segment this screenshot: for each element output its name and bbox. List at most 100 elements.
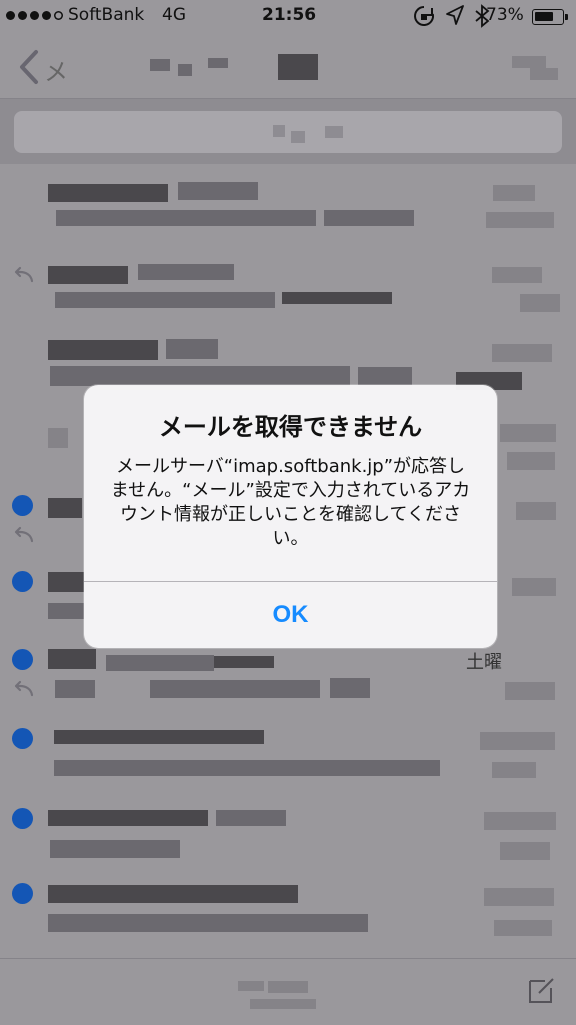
- mosaic-block: [54, 730, 264, 744]
- mosaic-block: [282, 292, 392, 304]
- mosaic-block: [250, 999, 316, 1009]
- mosaic-block: [48, 340, 158, 360]
- signal-dot: [54, 11, 63, 20]
- mosaic-block: [48, 649, 96, 669]
- unread-indicator: [12, 571, 33, 592]
- signal-dot: [30, 11, 39, 20]
- mosaic-block: [48, 498, 82, 518]
- mosaic-block: [150, 59, 170, 71]
- mosaic-block: [216, 810, 286, 826]
- mosaic-block: [238, 981, 264, 991]
- mosaic-block: [54, 760, 440, 776]
- search-field[interactable]: [14, 111, 562, 153]
- battery-percent: 73%: [486, 5, 524, 25]
- mosaic-block: [512, 56, 546, 68]
- signal-dot: [42, 11, 51, 20]
- reply-icon: [14, 266, 34, 283]
- mosaic-block: [484, 812, 556, 830]
- mosaic-block: [178, 64, 192, 76]
- mosaic-block: [512, 578, 556, 596]
- location-arrow-icon: [446, 5, 464, 25]
- carrier-name: SoftBank: [68, 5, 145, 25]
- network-type: 4G: [162, 5, 186, 25]
- status-bar: SoftBank 4G 21:56 73%: [0, 0, 576, 34]
- mosaic-block: [48, 810, 208, 826]
- compose-icon[interactable]: [525, 973, 559, 1007]
- mosaic-block: [50, 366, 350, 386]
- mosaic-block: [500, 842, 550, 860]
- mosaic-block: [150, 680, 320, 698]
- mosaic-block: [358, 367, 412, 385]
- mail-list-item[interactable]: [0, 724, 576, 798]
- mail-list-item[interactable]: [0, 804, 576, 878]
- obscured-toolbar-status: [238, 969, 342, 1009]
- mosaic-block: [208, 58, 228, 68]
- battery-fill: [535, 12, 554, 21]
- mosaic-block: [166, 339, 218, 359]
- mail-error-alert: メールを取得できません メールサーバ“imap.softbank.jp”が応答し…: [84, 385, 497, 648]
- battery-tip: [565, 14, 568, 20]
- mosaic-block: [55, 680, 95, 698]
- status-icons: [412, 4, 490, 28]
- mosaic-block: [486, 212, 554, 228]
- mosaic-block: [480, 732, 555, 750]
- obscured-navigation-title: [150, 54, 326, 80]
- mosaic-block: [48, 184, 168, 202]
- mail-list-item[interactable]: [0, 178, 576, 248]
- mosaic-block: [273, 125, 285, 137]
- mosaic-block: [55, 292, 275, 308]
- unread-indicator: [12, 495, 33, 516]
- mosaic-block: [291, 131, 305, 143]
- mosaic-block: [268, 981, 308, 993]
- mosaic-block: [48, 266, 128, 284]
- mosaic-block: [48, 428, 68, 448]
- mosaic-block: [494, 920, 552, 936]
- mosaic-block: [530, 68, 558, 80]
- signal-dot: [6, 11, 15, 20]
- mosaic-block: [50, 840, 180, 858]
- mosaic-block: [106, 655, 214, 671]
- chevron-left-icon[interactable]: [14, 48, 48, 86]
- signal-strength-icon: [6, 11, 63, 20]
- mosaic-block: [492, 762, 536, 778]
- mosaic-block: [278, 54, 318, 80]
- mosaic-block: [330, 678, 370, 698]
- mosaic-block: [56, 210, 316, 226]
- unread-indicator: [12, 883, 33, 904]
- mosaic-block: [48, 572, 84, 592]
- reply-icon: [14, 526, 34, 543]
- mosaic-block: [492, 344, 552, 362]
- mosaic-block: [324, 210, 414, 226]
- back-button-label[interactable]: メ: [44, 52, 68, 87]
- mosaic-block: [325, 126, 343, 138]
- bottom-toolbar: [0, 958, 576, 1025]
- battery-icon: [532, 9, 564, 25]
- navigation-bar: メ: [0, 34, 576, 99]
- search-area: [0, 99, 576, 164]
- mosaic-block: [138, 264, 234, 280]
- mosaic-block: [520, 294, 560, 312]
- orientation-lock-icon: [414, 6, 435, 26]
- mosaic-block: [516, 502, 556, 520]
- mosaic-block: [48, 885, 298, 903]
- unread-indicator: [12, 808, 33, 829]
- mail-list-item[interactable]: [0, 258, 576, 328]
- mosaic-block: [178, 182, 258, 200]
- obscured-search-placeholder: [267, 123, 347, 143]
- ok-button[interactable]: OK: [84, 582, 497, 648]
- mosaic-block: [48, 914, 368, 932]
- signal-dot: [18, 11, 27, 20]
- mosaic-block: [500, 424, 556, 442]
- reply-icon: [14, 680, 34, 697]
- mail-list-item[interactable]: 土曜: [0, 646, 576, 718]
- clock: 21:56: [262, 5, 317, 25]
- unread-indicator: [12, 649, 33, 670]
- mail-date: 土曜: [466, 652, 502, 673]
- obscured-navigation-action[interactable]: [512, 56, 562, 80]
- mosaic-block: [484, 888, 554, 906]
- mosaic-block: [493, 185, 535, 201]
- mosaic-block: [505, 682, 555, 700]
- mail-list-item[interactable]: [0, 880, 576, 954]
- alert-message: メールサーバ“imap.softbank.jp”が応答しません。“メール”設定で…: [110, 456, 471, 549]
- mosaic-block: [492, 267, 542, 283]
